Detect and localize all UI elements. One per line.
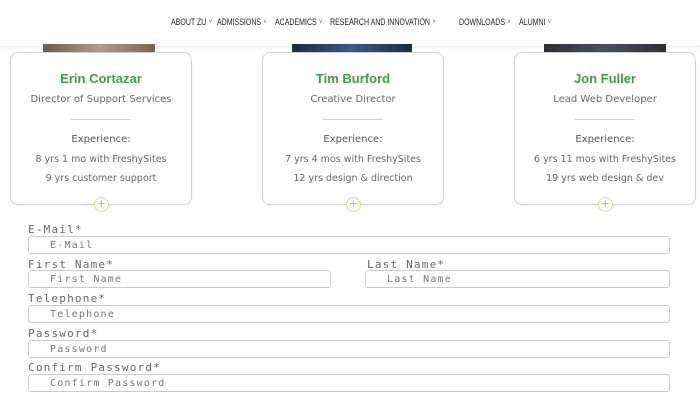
chevron-down-icon: ˅ — [208, 18, 212, 26]
top-nav: ABOUT ZU ˅ ADMISSIONS ˅ ACADEMICS ˅ RESE… — [0, 0, 700, 47]
team-card: Tim Burford Creative Director Experience… — [262, 52, 444, 212]
chevron-down-icon: ˅ — [319, 18, 323, 26]
nav-item-label: RESEARCH AND INNOVATION — [329, 17, 430, 27]
nav-item-alumni[interactable]: ALUMNI ˅ — [519, 17, 551, 27]
chevron-down-icon: ˅ — [547, 18, 552, 26]
divider — [575, 119, 635, 120]
plus-circle-icon[interactable]: + — [346, 197, 361, 212]
member-role: Director of Support Services — [30, 94, 172, 105]
team-photo-tim — [292, 44, 412, 52]
email-placeholder: E-Mail — [50, 240, 94, 251]
first-name-field[interactable]: First Name — [28, 270, 331, 288]
nav-item-label: ACADEMICS — [275, 17, 317, 27]
plus-circle-icon[interactable]: + — [598, 197, 613, 212]
nav-menu: ABOUT ZU ˅ ADMISSIONS ˅ ACADEMICS ˅ RESE… — [171, 17, 551, 27]
nav-item-label: DOWNLOADS — [458, 17, 505, 27]
nav-item-about[interactable]: ABOUT ZU ˅ — [171, 17, 212, 27]
experience-label: Experience: — [71, 134, 131, 145]
last-name-placeholder: Last Name — [387, 274, 452, 285]
telephone-label: Telephone* — [28, 292, 107, 305]
experience-label: Experience: — [323, 134, 383, 145]
last-name-field[interactable]: Last Name — [365, 270, 670, 288]
chevron-down-icon: ˅ — [431, 18, 436, 26]
divider — [323, 119, 383, 120]
nav-item-label: ADMISSIONS — [217, 17, 262, 27]
experience-line: 12 yrs design & direction — [293, 173, 413, 184]
nav-item-admissions[interactable]: ADMISSIONS ˅ — [217, 17, 267, 27]
telephone-placeholder: Telephone — [50, 309, 115, 320]
chevron-down-icon: ˅ — [507, 18, 511, 26]
confirm-password-label: Confirm Password* — [28, 361, 161, 374]
member-name: Erin Cortazar — [60, 71, 142, 86]
team-photo-jon — [544, 44, 666, 52]
chevron-down-icon: ˅ — [263, 18, 268, 26]
member-role: Creative Director — [310, 94, 396, 105]
team-card: Erin Cortazar Director of Support Servic… — [10, 52, 192, 212]
nav-item-research[interactable]: RESEARCH AND INNOVATION ˅ — [330, 17, 436, 27]
experience-line: 6 yrs 11 mos with FreshySites — [534, 154, 676, 165]
plus-circle-icon[interactable]: + — [94, 197, 109, 212]
experience-line: 8 yrs 1 mo with FreshySites — [35, 154, 167, 165]
member-name: Tim Burford — [315, 71, 391, 86]
experience-line: 9 yrs customer support — [45, 173, 157, 184]
email-field[interactable]: E-Mail — [28, 236, 670, 254]
nav-item-downloads[interactable]: DOWNLOADS ˅ — [459, 17, 511, 27]
nav-item-label: ABOUT ZU — [171, 17, 207, 27]
experience-line: 7 yrs 4 mos with FreshySites — [285, 154, 421, 165]
experience-line: 19 yrs web design & dev — [546, 173, 664, 184]
confirm-password-placeholder: Confirm Password — [50, 378, 166, 389]
email-label: E-Mail* — [28, 223, 83, 236]
member-name: Jon Fuller — [573, 71, 637, 86]
confirm-password-field[interactable]: Confirm Password — [28, 374, 670, 392]
password-label: Password* — [28, 327, 99, 340]
nav-item-academics[interactable]: ACADEMICS ˅ — [275, 17, 322, 27]
divider — [71, 119, 131, 120]
nav-item-label: ALUMNI — [519, 17, 546, 27]
team-photo-erin — [43, 44, 155, 52]
first-name-placeholder: First Name — [50, 274, 123, 285]
experience-label: Experience: — [575, 134, 635, 145]
password-field[interactable]: Password — [28, 340, 670, 358]
team-card: Jon Fuller Lead Web Developer Experience… — [514, 52, 696, 212]
password-placeholder: Password — [50, 344, 108, 355]
telephone-field[interactable]: Telephone — [28, 305, 670, 323]
member-role: Lead Web Developer — [553, 94, 657, 105]
